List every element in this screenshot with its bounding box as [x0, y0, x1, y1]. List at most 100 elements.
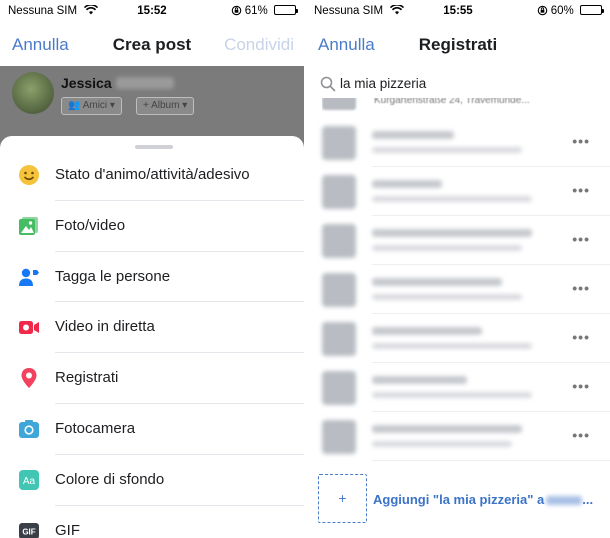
battery-indicator: 61%	[231, 5, 298, 17]
search-input[interactable]: la mia pizzeria	[314, 70, 602, 98]
nav-bar: Annulla Registrati	[306, 22, 610, 66]
place-thumbnail	[322, 420, 356, 454]
photo-icon	[19, 216, 38, 235]
avatar	[12, 72, 54, 114]
options-sheet: Stato d'animo/attività/adesivo Foto/vide…	[0, 136, 304, 538]
emoji-smile-icon	[19, 165, 39, 185]
option-check-in[interactable]: Registrati	[0, 353, 304, 404]
divider	[372, 460, 610, 461]
location-pin-icon	[21, 368, 37, 389]
share-button[interactable]: Condividi	[224, 35, 294, 55]
place-thumbnail	[322, 273, 356, 307]
sheet-handle[interactable]	[135, 145, 173, 149]
place-name	[372, 376, 467, 384]
options-list: Stato d'animo/attività/adesivo Foto/vide…	[0, 150, 304, 538]
option-label: Colore di sfondo	[55, 470, 165, 488]
battery-indicator: 60%	[537, 5, 604, 17]
option-live-video[interactable]: Video in diretta	[0, 302, 304, 354]
option-label: Stato d'animo/attività/adesivo	[55, 166, 250, 183]
list-item[interactable]: •••	[306, 118, 610, 167]
place-name	[372, 131, 454, 139]
option-label: Video in diretta	[55, 318, 155, 336]
cancel-button[interactable]: Annulla	[318, 35, 375, 55]
search-icon	[320, 76, 336, 92]
add-place-button[interactable]: + Aggiungi "la mia pizzeria" a...	[306, 474, 610, 524]
background-color-icon: Aa	[19, 469, 39, 490]
audience-selector[interactable]: 👥 Amici ▾	[61, 97, 122, 115]
place-name	[372, 229, 532, 237]
live-video-icon	[19, 321, 39, 335]
cancel-button[interactable]: Annulla	[12, 35, 69, 55]
place-name	[372, 327, 482, 335]
more-options-icon[interactable]: •••	[572, 280, 590, 296]
status-bar: Nessuna SIM 15:55 60%	[306, 0, 610, 22]
place-name	[372, 278, 502, 286]
option-gif[interactable]: GIF GIF	[0, 506, 304, 538]
option-photo-video[interactable]: Foto/video	[0, 201, 304, 252]
place-address	[372, 343, 532, 349]
search-value: la mia pizzeria	[340, 76, 427, 91]
status-bar: Nessuna SIM 15:52 61%	[0, 0, 304, 22]
add-place-icon: +	[318, 474, 367, 523]
redacted-text	[546, 496, 583, 505]
more-options-icon[interactable]: •••	[572, 231, 590, 247]
svg-text:Aa: Aa	[23, 476, 36, 487]
author-name: Jessica	[61, 75, 174, 91]
option-background-color[interactable]: Aa Colore di sfondo	[0, 455, 304, 506]
option-camera[interactable]: Fotocamera	[0, 404, 304, 455]
place-address	[372, 196, 532, 202]
more-options-icon[interactable]: •••	[572, 378, 590, 394]
option-label: Foto/video	[55, 216, 126, 234]
nav-bar: Annulla Crea post Condividi	[0, 22, 304, 66]
list-item[interactable]: •••	[306, 265, 610, 314]
option-feeling[interactable]: Stato d'animo/attività/adesivo	[0, 150, 304, 201]
place-thumbnail	[322, 126, 356, 160]
friends-icon: 👥	[68, 100, 81, 111]
place-address	[372, 392, 532, 398]
list-item[interactable]: •••	[306, 167, 610, 216]
place-thumbnail	[322, 98, 356, 110]
option-tag-people[interactable]: Tagga le persone	[0, 252, 304, 303]
tag-people-icon	[19, 268, 39, 286]
option-label: Fotocamera	[55, 419, 136, 437]
place-address	[372, 441, 512, 447]
place-name	[372, 180, 442, 188]
partial-result[interactable]: Kurgartenstraße 24, Travemünde...	[322, 98, 600, 112]
list-item[interactable]: •••	[306, 216, 610, 265]
place-thumbnail	[322, 371, 356, 405]
redacted-surname	[115, 77, 174, 89]
battery-icon	[580, 5, 604, 15]
list-item[interactable]: •••	[306, 363, 610, 412]
place-address: Kurgartenstraße 24, Travemünde...	[374, 98, 530, 106]
more-options-icon[interactable]: •••	[572, 133, 590, 149]
option-label: Registrati	[55, 369, 119, 387]
gif-icon: GIF	[19, 522, 39, 538]
more-options-icon[interactable]: •••	[572, 182, 590, 198]
plus-icon: +	[143, 100, 149, 111]
svg-text:GIF: GIF	[22, 527, 35, 536]
create-post-screen: Nessuna SIM 15:52 61% Annulla Crea post …	[0, 0, 304, 538]
rotation-lock-icon	[231, 5, 241, 16]
camera-icon	[19, 419, 39, 438]
place-address	[372, 245, 522, 251]
results-list: ••• ••• ••• ••• ••• ••• •••	[306, 118, 610, 461]
place-address	[372, 147, 522, 153]
list-item[interactable]: •••	[306, 314, 610, 363]
rotation-lock-icon	[537, 5, 547, 16]
battery-icon	[274, 5, 298, 15]
more-options-icon[interactable]: •••	[572, 329, 590, 345]
place-name	[372, 425, 522, 433]
option-label: GIF	[55, 521, 80, 538]
place-thumbnail	[322, 224, 356, 258]
chevron-down-icon: ▾	[109, 100, 115, 111]
option-label: Tagga le persone	[55, 267, 171, 285]
add-place-label: Aggiungi "la mia pizzeria" a...	[373, 492, 594, 507]
check-in-screen: Nessuna SIM 15:55 60% Annulla Registrati…	[306, 0, 610, 538]
list-item[interactable]: •••	[306, 412, 610, 461]
plus-icon: +	[338, 490, 347, 506]
album-selector[interactable]: + Album ▾	[136, 97, 195, 115]
chevron-down-icon: ▾	[182, 100, 188, 111]
place-address	[372, 294, 522, 300]
place-thumbnail	[322, 322, 356, 356]
more-options-icon[interactable]: •••	[572, 427, 590, 443]
